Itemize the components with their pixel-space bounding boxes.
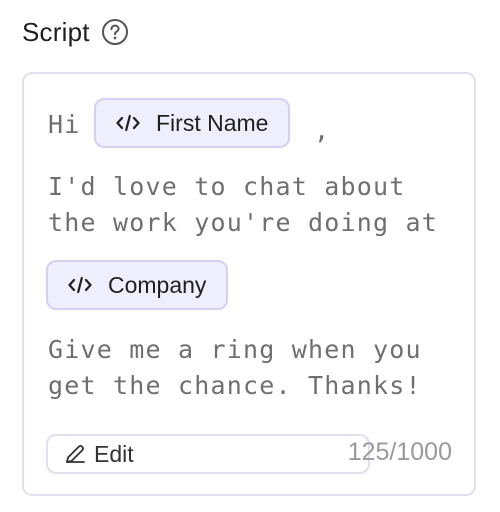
script-text-line-6: get the chance. Thanks!	[48, 371, 422, 400]
script-editor-card[interactable]: Hi First Name , I'd love to chat about t…	[22, 72, 476, 496]
script-text-greeting: Hi	[48, 110, 81, 139]
variable-chip-company[interactable]: Company	[46, 260, 229, 310]
script-text-line-3: the work you're doing at	[48, 208, 439, 237]
variable-chip-first-name[interactable]: First Name	[94, 98, 291, 148]
script-header: Script	[22, 14, 130, 50]
character-count: 125/1000	[347, 438, 452, 466]
question-circle-icon[interactable]	[100, 17, 130, 47]
script-text-line-2: I'd love to chat about	[48, 172, 406, 201]
chip-label-company: Company	[108, 271, 207, 298]
chip-label-first-name: First Name	[156, 109, 269, 136]
script-text-comma: ,	[314, 116, 331, 145]
edit-button[interactable]: Edit	[46, 434, 370, 474]
section-title: Script	[22, 16, 90, 47]
script-text-line-5: Give me a ring when you	[48, 335, 422, 364]
code-icon	[68, 276, 92, 294]
pencil-icon	[64, 443, 86, 465]
code-icon	[116, 114, 140, 132]
edit-button-label: Edit	[94, 440, 134, 467]
